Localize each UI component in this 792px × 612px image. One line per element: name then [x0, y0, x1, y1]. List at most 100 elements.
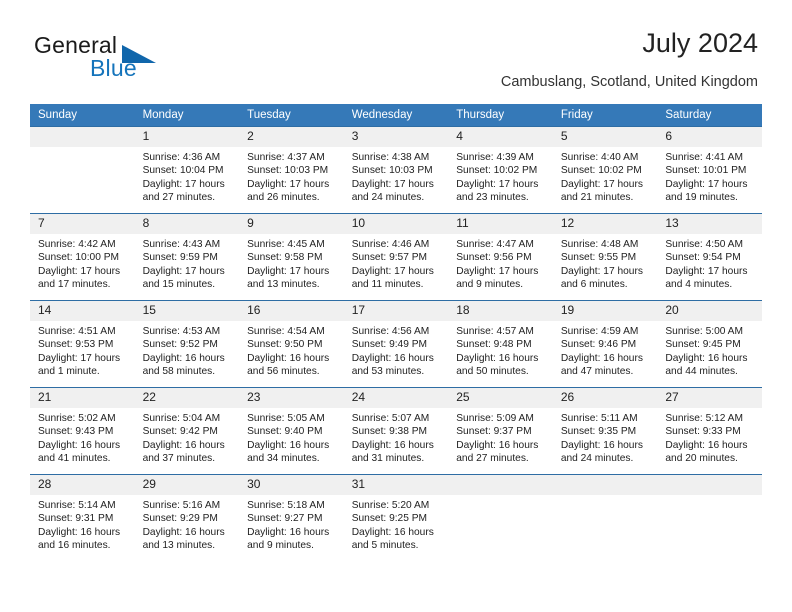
sunset-text: Sunset: 9:50 PM	[247, 339, 323, 351]
sunset-text: Sunset: 9:37 PM	[456, 426, 532, 438]
calendar-day-cell[interactable]: 9 Sunrise: 4:45 AM Sunset: 9:58 PM Daylight…	[239, 213, 344, 301]
sunrise-text: Sunrise: 5:14 AM	[38, 500, 116, 511]
daylight-text: Daylight: 17 hours and 24 minutes.	[351, 178, 434, 204]
calendar-day-cell[interactable]: 27 Sunrise: 5:12 AM Sunset: 9:33 PM Dayligh…	[657, 387, 762, 475]
day-number: 22	[134, 388, 240, 408]
calendar-day-cell[interactable]: 16 Sunrise: 4:54 AM Sunset: 9:50 PM Dayligh…	[239, 300, 344, 388]
calendar-day-cell[interactable]: 15 Sunrise: 4:53 AM Sunset: 9:52 PM Dayligh…	[134, 300, 240, 388]
sunrise-text: Sunrise: 4:56 AM	[351, 326, 430, 337]
calendar-day-cell[interactable]: 22 Sunrise: 5:04 AM Sunset: 9:42 PM Dayligh…	[134, 387, 240, 475]
calendar-day-cell[interactable]: 8 Sunrise: 4:43 AM Sunset: 9:59 PM Daylight…	[134, 213, 240, 301]
calendar-day-cell[interactable]: 5 Sunrise: 4:40 AM Sunset: 10:02 PM Dayligh…	[552, 126, 658, 214]
sunset-text: Sunset: 10:04 PM	[142, 165, 224, 177]
day-details: Sunrise: 5:12 AM Sunset: 9:33 PM Daylight:…	[657, 408, 762, 466]
day-details: Sunrise: 4:37 AM Sunset: 10:03 PM Daylight…	[239, 147, 344, 205]
calendar-day-cell[interactable]: 13 Sunrise: 4:50 AM Sunset: 9:54 PM Dayligh…	[657, 213, 762, 301]
calendar-day-cell[interactable]: 23 Sunrise: 5:05 AM Sunset: 9:40 PM Dayligh…	[239, 387, 344, 475]
day-details: Sunrise: 5:00 AM Sunset: 9:45 PM Daylight:…	[657, 321, 762, 379]
day-number: 13	[657, 214, 762, 234]
calendar-day-cell[interactable]: 11 Sunrise: 4:47 AM Sunset: 9:56 PM Dayligh…	[448, 213, 553, 301]
daylight-text: Daylight: 17 hours and 19 minutes.	[665, 178, 748, 204]
calendar-day-cell[interactable]: 25 Sunrise: 5:09 AM Sunset: 9:37 PM Dayligh…	[448, 387, 553, 475]
day-number: 2	[239, 127, 344, 147]
sunrise-text: Sunrise: 4:57 AM	[456, 326, 534, 337]
day-details: Sunrise: 5:04 AM Sunset: 9:42 PM Daylight:…	[135, 408, 240, 466]
day-number: 9	[239, 214, 344, 234]
sunrise-text: Sunrise: 5:04 AM	[142, 413, 221, 424]
daylight-text: Daylight: 16 hours and 58 minutes.	[142, 352, 225, 378]
day-details: Sunrise: 4:39 AM Sunset: 10:02 PM Daylight…	[448, 147, 553, 205]
sunset-text: Sunset: 9:29 PM	[142, 513, 218, 525]
daylight-text: Daylight: 17 hours and 26 minutes.	[247, 178, 330, 204]
calendar-empty-cell	[657, 474, 762, 561]
calendar-day-cell[interactable]: 24 Sunrise: 5:07 AM Sunset: 9:38 PM Dayligh…	[343, 387, 449, 475]
sunset-text: Sunset: 9:43 PM	[38, 426, 114, 438]
day-details: Sunrise: 5:02 AM Sunset: 9:43 PM Daylight:…	[30, 408, 135, 466]
page-title: July 2024	[642, 28, 758, 58]
daylight-text: Daylight: 16 hours and 53 minutes.	[351, 352, 434, 378]
day-details: Sunrise: 5:14 AM Sunset: 9:31 PM Daylight:…	[30, 495, 135, 553]
calendar-empty-cell	[448, 474, 553, 561]
day-details: Sunrise: 5:09 AM Sunset: 9:37 PM Daylight:…	[448, 408, 553, 466]
calendar-day-cell[interactable]: 21 Sunrise: 5:02 AM Sunset: 9:43 PM Dayligh…	[30, 387, 135, 475]
day-number: 19	[552, 301, 658, 321]
calendar-day-cell[interactable]: 17 Sunrise: 4:56 AM Sunset: 9:49 PM Dayligh…	[343, 300, 449, 388]
calendar-day-cell[interactable]: 18 Sunrise: 4:57 AM Sunset: 9:48 PM Dayligh…	[448, 300, 553, 388]
general-blue-logo[interactable]: General Blue	[34, 32, 234, 88]
daylight-text: Daylight: 16 hours and 47 minutes.	[560, 352, 643, 378]
sunrise-text: Sunrise: 4:47 AM	[456, 239, 534, 250]
calendar-week-row: 21 Sunrise: 5:02 AM Sunset: 9:43 PM Dayligh…	[30, 387, 762, 475]
sunset-text: Sunset: 10:00 PM	[38, 252, 119, 264]
calendar-day-cell[interactable]: 30 Sunrise: 5:18 AM Sunset: 9:27 PM Dayligh…	[239, 474, 344, 561]
sunrise-text: Sunrise: 4:51 AM	[38, 326, 116, 337]
sunrise-text: Sunrise: 5:00 AM	[665, 326, 743, 337]
calendar-day-cell[interactable]: 10 Sunrise: 4:46 AM Sunset: 9:57 PM Dayligh…	[343, 213, 449, 301]
daylight-text: Daylight: 17 hours and 23 minutes.	[456, 178, 539, 204]
day-number	[657, 475, 762, 495]
calendar-day-cell[interactable]: 2 Sunrise: 4:37 AM Sunset: 10:03 PM Dayligh…	[239, 126, 344, 214]
day-number: 12	[552, 214, 658, 234]
calendar-day-cell[interactable]: 26 Sunrise: 5:11 AM Sunset: 9:35 PM Dayligh…	[552, 387, 658, 475]
calendar-day-cell[interactable]: 4 Sunrise: 4:39 AM Sunset: 10:02 PM Dayligh…	[448, 126, 553, 214]
daylight-text: Daylight: 16 hours and 37 minutes.	[142, 439, 225, 465]
calendar-day-cell[interactable]: 29 Sunrise: 5:16 AM Sunset: 9:29 PM Dayligh…	[134, 474, 240, 561]
daylight-text: Daylight: 17 hours and 9 minutes.	[456, 265, 539, 291]
sunrise-text: Sunrise: 4:38 AM	[351, 152, 430, 163]
calendar-day-cell[interactable]: 12 Sunrise: 4:48 AM Sunset: 9:55 PM Dayligh…	[552, 213, 658, 301]
sunrise-text: Sunrise: 4:40 AM	[560, 152, 639, 163]
calendar-week-row: 28 Sunrise: 5:14 AM Sunset: 9:31 PM Dayligh…	[30, 474, 762, 561]
daylight-text: Daylight: 16 hours and 34 minutes.	[247, 439, 330, 465]
sunset-text: Sunset: 9:59 PM	[142, 252, 218, 264]
sunset-text: Sunset: 9:55 PM	[560, 252, 637, 264]
calendar-day-cell[interactable]: 6 Sunrise: 4:41 AM Sunset: 10:01 PM Dayligh…	[657, 126, 762, 214]
sunset-text: Sunset: 9:31 PM	[38, 513, 114, 525]
calendar-day-cell[interactable]: 31 Sunrise: 5:20 AM Sunset: 9:25 PM Dayligh…	[343, 474, 449, 561]
calendar-week-row: 1 Sunrise: 4:36 AM Sunset: 10:04 PM Dayligh…	[30, 126, 762, 214]
day-number	[552, 475, 658, 495]
sunset-text: Sunset: 9:57 PM	[351, 252, 428, 264]
sunrise-text: Sunrise: 5:12 AM	[665, 413, 743, 424]
day-number	[448, 475, 553, 495]
calendar-day-cell[interactable]: 19 Sunrise: 4:59 AM Sunset: 9:46 PM Dayligh…	[552, 300, 658, 388]
daylight-text: Daylight: 16 hours and 44 minutes.	[665, 352, 748, 378]
weekday-header-saturday: Saturday	[657, 104, 762, 127]
sunset-text: Sunset: 9:58 PM	[247, 252, 323, 264]
calendar-day-cell[interactable]: 7 Sunrise: 4:42 AM Sunset: 10:00 PM Dayligh…	[30, 213, 135, 301]
day-details: Sunrise: 4:59 AM Sunset: 9:46 PM Daylight:…	[553, 321, 658, 379]
sunrise-text: Sunrise: 4:37 AM	[247, 152, 325, 163]
sunset-text: Sunset: 9:53 PM	[38, 339, 114, 351]
day-number: 26	[552, 388, 658, 408]
calendar-day-cell[interactable]: 14 Sunrise: 4:51 AM Sunset: 9:53 PM Dayligh…	[30, 300, 135, 388]
sunset-text: Sunset: 9:54 PM	[665, 252, 741, 264]
day-number: 7	[30, 214, 135, 234]
calendar-day-cell[interactable]: 28 Sunrise: 5:14 AM Sunset: 9:31 PM Dayligh…	[30, 474, 135, 561]
calendar-day-cell[interactable]: 20 Sunrise: 5:00 AM Sunset: 9:45 PM Dayligh…	[657, 300, 762, 388]
daylight-text: Daylight: 16 hours and 24 minutes.	[560, 439, 643, 465]
sunset-text: Sunset: 9:35 PM	[560, 426, 637, 438]
sunrise-text: Sunrise: 4:46 AM	[351, 239, 430, 250]
day-number: 16	[239, 301, 344, 321]
sunrise-text: Sunrise: 4:42 AM	[38, 239, 116, 250]
calendar-day-cell[interactable]: 1 Sunrise: 4:36 AM Sunset: 10:04 PM Dayligh…	[134, 126, 240, 214]
daylight-text: Daylight: 16 hours and 31 minutes.	[351, 439, 434, 465]
calendar-day-cell[interactable]: 3 Sunrise: 4:38 AM Sunset: 10:03 PM Dayligh…	[343, 126, 449, 214]
